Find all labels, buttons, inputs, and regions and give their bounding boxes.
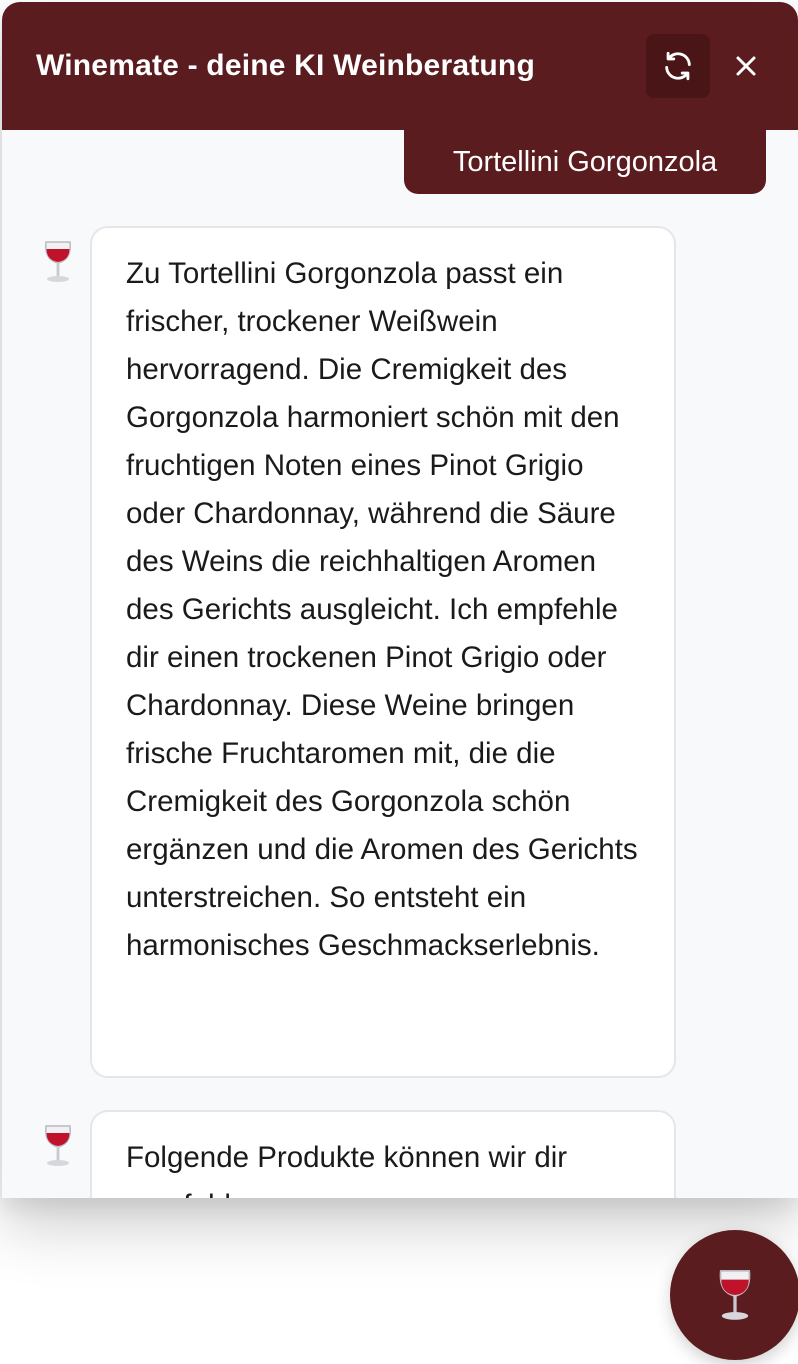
close-icon: [736, 56, 756, 76]
chat-toggle-button[interactable]: [670, 1230, 798, 1360]
chat-title: Winemate - deine KI Weinberatung: [36, 49, 535, 82]
bot-message: Folgende Produkte können wir dir empfehl…: [90, 1110, 676, 1198]
close-button[interactable]: [728, 48, 764, 84]
chat-widget: Winemate - deine KI Weinberatung Tortell…: [2, 2, 798, 1198]
wine-glass-icon: [38, 240, 78, 284]
bot-message: Zu Tortellini Gorgonzola passt ein frisc…: [90, 226, 676, 1078]
refresh-icon: [665, 51, 691, 81]
wine-glass-icon: [719, 1269, 751, 1320]
refresh-button[interactable]: [646, 34, 710, 98]
chat-header: Winemate - deine KI Weinberatung: [2, 2, 798, 130]
wine-glass-icon: [38, 1124, 78, 1168]
user-message: Tortellini Gorgonzola: [404, 130, 766, 194]
